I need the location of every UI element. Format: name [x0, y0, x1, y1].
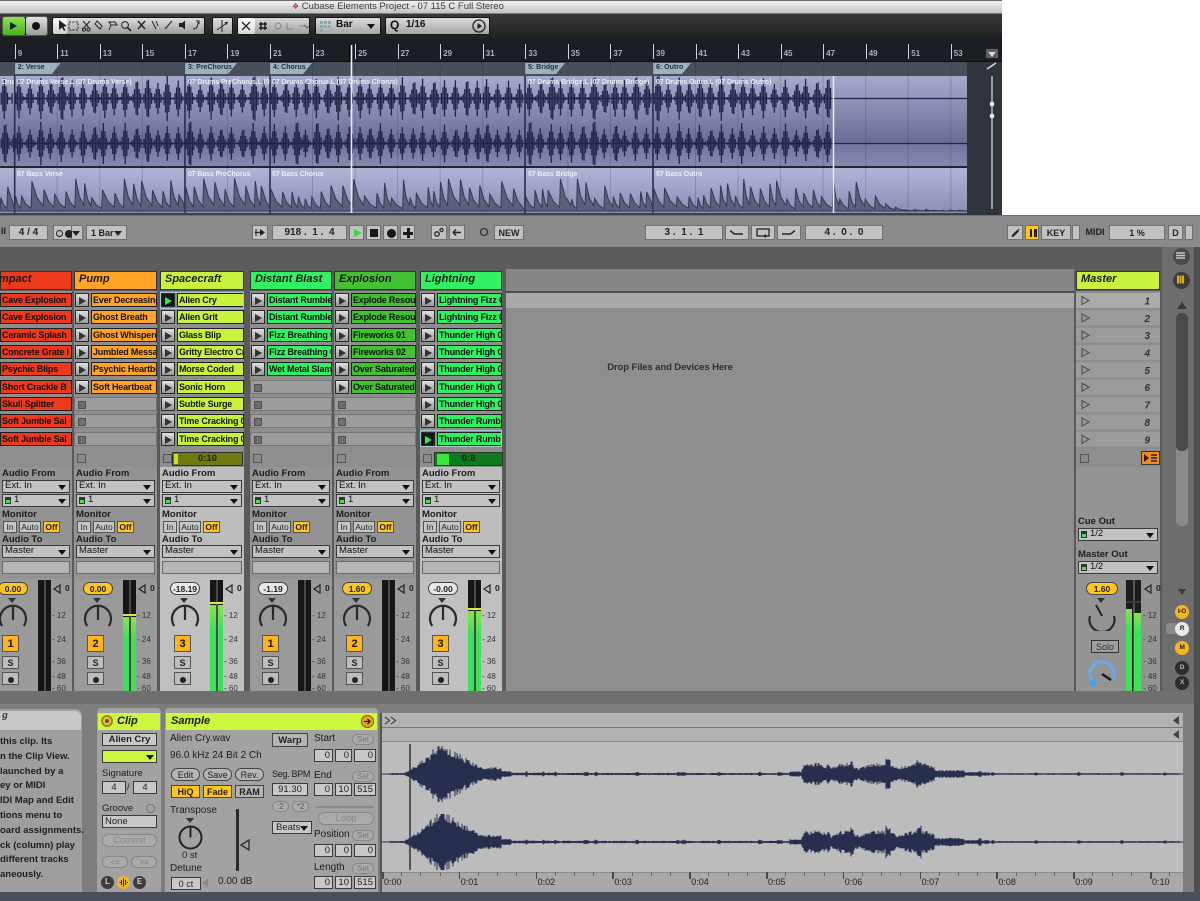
svg-text:4: 4	[1143, 349, 1150, 360]
svg-text:5: 5	[1144, 366, 1150, 377]
svg-text:1: 1	[1144, 297, 1150, 308]
svg-text:9: 9	[1144, 435, 1150, 446]
svg-text:2: 2	[1143, 314, 1150, 325]
svg-text:6: 6	[1144, 383, 1150, 394]
svg-text:7: 7	[1144, 401, 1150, 412]
svg-text:3: 3	[1144, 331, 1150, 342]
svg-text:8: 8	[1144, 418, 1150, 429]
